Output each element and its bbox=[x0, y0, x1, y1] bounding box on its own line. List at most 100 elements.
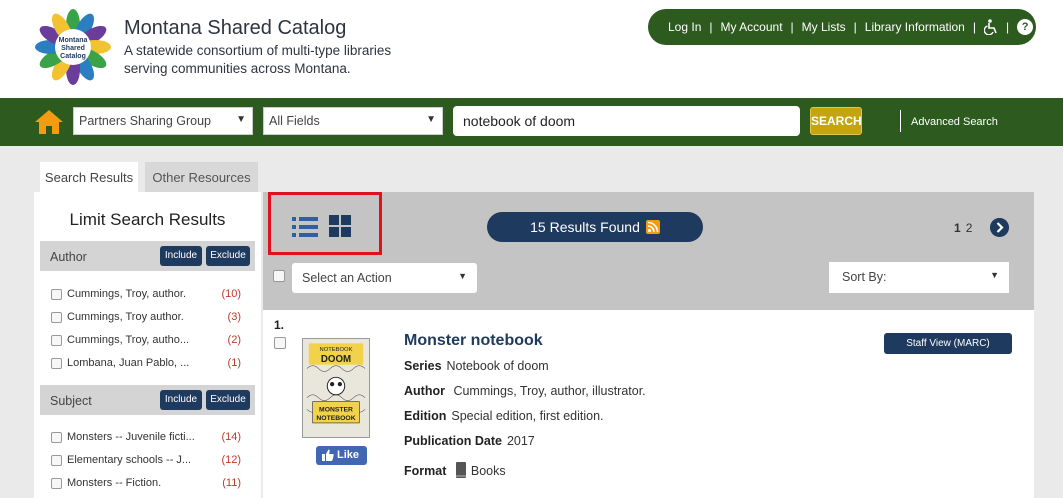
cover-title-line-1: MONSTER bbox=[319, 406, 353, 413]
chevron-down-icon: ▼ bbox=[990, 270, 999, 280]
search-bar: Partners Sharing Group ▼ All Fields ▼ no… bbox=[0, 98, 1063, 146]
field-label: Series bbox=[404, 359, 442, 373]
login-link[interactable]: Log In bbox=[668, 20, 701, 34]
facet-count: (11) bbox=[222, 477, 241, 489]
site-title: Montana Shared Catalog bbox=[124, 17, 347, 39]
select-all-checkbox[interactable] bbox=[273, 270, 285, 282]
result-title[interactable]: Monster notebook bbox=[404, 332, 543, 350]
facet-header-author: Author Include Exclude bbox=[40, 241, 255, 271]
action-select-value: Select an Action bbox=[302, 271, 392, 285]
nav-separator: | bbox=[972, 20, 976, 34]
result-checkbox[interactable] bbox=[274, 337, 286, 349]
site-subtitle: A statewide consortium of multi-type lib… bbox=[124, 43, 392, 76]
result-edition: Edition Special edition, first edition. bbox=[404, 409, 604, 423]
chevron-down-icon: ▼ bbox=[426, 114, 436, 125]
facet-count: (3) bbox=[227, 311, 241, 323]
thumbs-up-icon bbox=[322, 449, 334, 461]
facet-item[interactable]: Monsters -- Fiction. (11) bbox=[51, 476, 241, 492]
search-button[interactable]: SEARCH bbox=[810, 107, 862, 135]
facet-checkbox[interactable] bbox=[51, 455, 62, 466]
facet-label[interactable]: Cummings, Troy, author. bbox=[67, 288, 202, 300]
cover-doom-text: DOOM bbox=[321, 354, 351, 365]
facet-title: Subject bbox=[50, 394, 92, 408]
exclude-button[interactable]: Exclude bbox=[206, 390, 250, 410]
facet-checkbox[interactable] bbox=[51, 432, 62, 443]
facet-item[interactable]: Monsters -- Juvenile ficti... (14) bbox=[51, 430, 241, 446]
facet-label[interactable]: Cummings, Troy, autho... bbox=[67, 334, 202, 346]
facet-label[interactable]: Cummings, Troy author. bbox=[67, 311, 202, 323]
like-label: Like bbox=[337, 449, 360, 461]
facet-checkbox[interactable] bbox=[51, 335, 62, 346]
my-lists-link[interactable]: My Lists bbox=[802, 20, 846, 34]
rss-icon[interactable] bbox=[645, 220, 660, 234]
format-value: Books bbox=[470, 464, 506, 478]
book-cover-image[interactable]: NOTEBOOK DOOM MONSTER NOTEBOOK bbox=[302, 338, 370, 438]
exclude-button[interactable]: Exclude bbox=[206, 246, 250, 266]
search-field-select[interactable]: All Fields ▼ bbox=[263, 107, 443, 135]
result-series: Series Notebook of doom bbox=[404, 359, 549, 373]
advanced-search-link[interactable]: Advanced Search bbox=[911, 116, 998, 128]
staff-view-button[interactable]: Staff View (MARC) bbox=[884, 333, 1012, 354]
facet-label[interactable]: Monsters -- Fiction. bbox=[67, 477, 202, 489]
wheelchair-icon[interactable] bbox=[983, 19, 998, 35]
results-count-label: 15 Results Found bbox=[530, 219, 640, 235]
facet-item[interactable]: Cummings, Troy, author. (10) bbox=[51, 287, 241, 303]
search-input[interactable]: notebook of doom bbox=[453, 106, 800, 136]
montana-shared-catalog-logo[interactable]: Montana Shared Catalog bbox=[34, 8, 112, 86]
search-scope-select[interactable]: Partners Sharing Group ▼ bbox=[73, 107, 253, 135]
field-label: Edition bbox=[404, 409, 447, 423]
facet-label[interactable]: Monsters -- Juvenile ficti... bbox=[67, 431, 202, 443]
facet-item[interactable]: Cummings, Troy author. (3) bbox=[51, 310, 241, 326]
action-select[interactable]: Select an Action ▼ bbox=[292, 263, 477, 293]
facet-item[interactable]: Elementary schools -- J... (12) bbox=[51, 453, 241, 469]
facet-sidebar: Limit Search Results Author Include Excl… bbox=[34, 192, 261, 498]
logo-text-line-3: Catalog bbox=[60, 53, 86, 60]
next-page-icon[interactable] bbox=[990, 218, 1009, 237]
facet-checkbox[interactable] bbox=[51, 289, 62, 300]
facet-count: (14) bbox=[221, 431, 241, 443]
help-icon[interactable]: ? bbox=[1017, 19, 1034, 35]
facet-count: (2) bbox=[227, 334, 241, 346]
result-publication-date: Publication Date 2017 bbox=[404, 434, 535, 448]
field-label: Publication Date bbox=[404, 434, 502, 448]
nav-separator: | bbox=[790, 20, 794, 34]
facet-count: (12) bbox=[221, 454, 241, 466]
facet-count: (10) bbox=[221, 288, 241, 300]
chevron-down-icon: ▼ bbox=[458, 271, 467, 281]
sort-select[interactable]: Sort By: ▼ bbox=[829, 262, 1009, 293]
page-current[interactable]: 1 bbox=[954, 221, 961, 235]
pubdate-value: 2017 bbox=[506, 434, 535, 448]
facet-item[interactable]: Lombana, Juan Pablo, ... (1) bbox=[51, 356, 241, 372]
facet-label[interactable]: Elementary schools -- J... bbox=[67, 454, 202, 466]
home-icon[interactable] bbox=[34, 109, 64, 135]
facet-header-subject: Subject Include Exclude bbox=[40, 385, 255, 415]
series-value[interactable]: Notebook of doom bbox=[447, 359, 549, 373]
chevron-down-icon: ▼ bbox=[236, 114, 246, 125]
facet-checkbox[interactable] bbox=[51, 478, 62, 489]
facet-checkbox[interactable] bbox=[51, 312, 62, 323]
book-icon bbox=[455, 462, 466, 478]
facet-checkbox[interactable] bbox=[51, 358, 62, 369]
tab-other-resources[interactable]: Other Resources bbox=[145, 162, 258, 192]
page-link[interactable]: 2 bbox=[966, 221, 973, 235]
cover-title-line-2: NOTEBOOK bbox=[316, 415, 355, 422]
nav-separator: | bbox=[853, 20, 857, 34]
library-information-link[interactable]: Library Information bbox=[865, 20, 965, 34]
facebook-like-button[interactable]: Like bbox=[316, 446, 367, 465]
facet-item[interactable]: Cummings, Troy, autho... (2) bbox=[51, 333, 241, 349]
sort-select-value: Sort By: bbox=[842, 270, 887, 284]
nav-separator: | bbox=[1005, 20, 1010, 34]
edition-value: Special edition, first edition. bbox=[451, 409, 604, 423]
tab-search-results[interactable]: Search Results bbox=[40, 162, 138, 192]
include-button[interactable]: Include bbox=[160, 390, 202, 410]
search-scope-value: Partners Sharing Group bbox=[79, 114, 212, 128]
my-account-link[interactable]: My Account bbox=[721, 20, 783, 34]
facet-label[interactable]: Lombana, Juan Pablo, ... bbox=[67, 357, 202, 369]
nav-separator: | bbox=[709, 20, 713, 34]
result-number: 1. bbox=[274, 318, 285, 332]
highlight-box bbox=[268, 192, 382, 255]
facet-count: (1) bbox=[227, 357, 241, 369]
include-button[interactable]: Include bbox=[160, 246, 202, 266]
divider bbox=[900, 110, 901, 132]
author-value[interactable]: Cummings, Troy, author, illustrator. bbox=[453, 384, 645, 398]
